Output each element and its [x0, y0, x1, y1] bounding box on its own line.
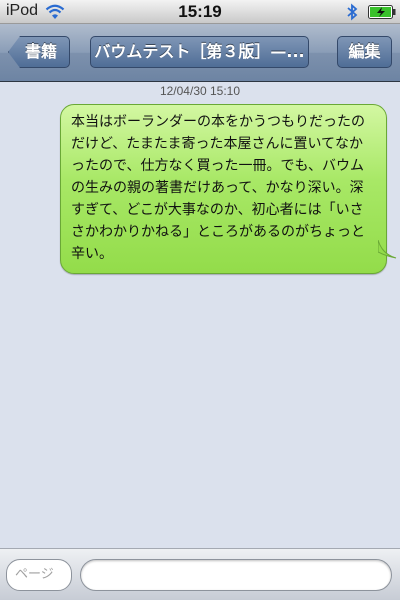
back-button-label: 書籍 — [25, 42, 58, 61]
status-time: 15:19 — [178, 2, 222, 21]
navigation-bar: 書籍 バウムテスト［第３版］—... 編集 — [0, 24, 400, 82]
book-title: バウムテスト［第３版］—... — [94, 42, 305, 61]
message-bubble[interactable]: 本当はボーランダーの本をかうつもりだったのだけど、たまたま寄った本屋さんに置いて… — [60, 104, 387, 274]
edit-button[interactable]: 編集 — [337, 36, 392, 68]
page-input-placeholder: ページ — [15, 567, 54, 582]
book-title-button[interactable]: バウムテスト［第３版］—... — [90, 36, 309, 68]
back-button[interactable]: 書籍 — [8, 36, 71, 68]
message-text: 本当はボーランダーの本をかうつもりだったのだけど、たまたま寄った本屋さんに置いて… — [71, 114, 365, 262]
bluetooth-icon — [347, 3, 358, 21]
edit-button-label: 編集 — [348, 42, 381, 61]
battery-charging-icon — [368, 5, 396, 19]
bubble-tail — [378, 240, 397, 259]
message-input[interactable] — [80, 559, 392, 591]
page-input[interactable]: ページ — [6, 559, 72, 591]
message-timestamp: 12/04/30 15:10 — [159, 84, 241, 98]
input-bar: ページ — [0, 548, 400, 600]
status-bar: iPod 15:19 — [0, 0, 400, 24]
